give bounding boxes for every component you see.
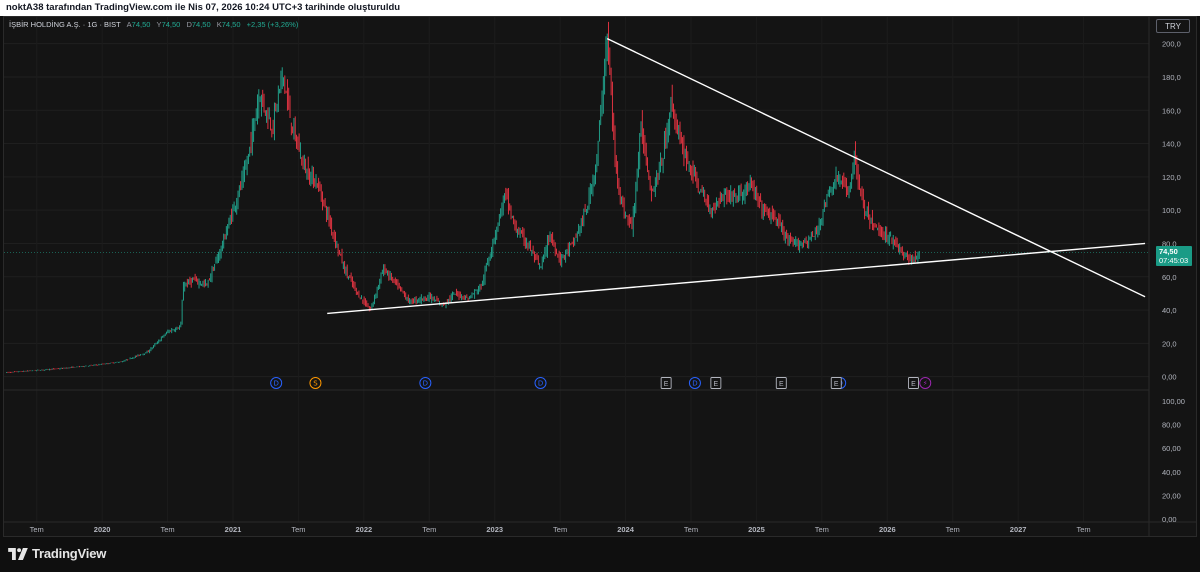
grid-lines bbox=[4, 17, 1149, 522]
dividend-marker-label: D bbox=[423, 380, 428, 388]
last-price-badge: 74,50 07:45:03 bbox=[1156, 246, 1192, 266]
dividend-marker-label: D bbox=[538, 380, 543, 388]
time-tick-label: 2024 bbox=[617, 525, 635, 534]
dividend-marker-label: D bbox=[273, 380, 278, 388]
price-axis[interactable]: 200,0180,0160,0140,0120,0100,080,060,040… bbox=[1162, 40, 1181, 382]
time-tick-label: Tem bbox=[30, 525, 44, 534]
trendline bbox=[327, 242, 1146, 315]
price-tick-label: 120,0 bbox=[1162, 173, 1181, 182]
price-tick-label: 200,0 bbox=[1162, 40, 1181, 49]
dividend-marker-label: D bbox=[692, 380, 697, 388]
price-tick-label: 100,0 bbox=[1162, 206, 1181, 215]
time-tick-label: 2022 bbox=[356, 525, 373, 534]
earnings-marker-label: E bbox=[834, 381, 839, 388]
time-tick-label: 2023 bbox=[486, 525, 503, 534]
candles-layer bbox=[6, 21, 920, 373]
time-tick-label: 2026 bbox=[879, 525, 896, 534]
footer bbox=[0, 537, 1200, 572]
earnings-marker-label: E bbox=[714, 381, 719, 388]
time-tick-label: 2021 bbox=[225, 525, 242, 534]
price-tick-label: 140,0 bbox=[1162, 140, 1181, 149]
lower-tick-label: 40,00 bbox=[1162, 468, 1181, 477]
chart-panel[interactable]: DSDDEDEEDEE⚡ 200,0180,0160,0140,0120,010… bbox=[3, 16, 1197, 537]
time-tick-label: Tem bbox=[684, 525, 698, 534]
lower-pane-axis[interactable]: 100,00 80,00 60,00 40,00 20,00 0,00 bbox=[1162, 397, 1185, 524]
snapshot-caption: noktA38 tarafından TradingView.com ile N… bbox=[0, 0, 1200, 16]
price-tick-label: 20,0 bbox=[1162, 339, 1177, 348]
time-tick-label: Tem bbox=[815, 525, 829, 534]
close-value: 74,50 bbox=[221, 20, 241, 29]
lower-tick-label: 20,00 bbox=[1162, 491, 1181, 500]
tradingview-logo-icon bbox=[8, 547, 28, 560]
events-layer[interactable]: DSDDEDEEDEE⚡ bbox=[270, 377, 932, 389]
brand-name: TradingView bbox=[32, 546, 107, 561]
time-tick-label: 2027 bbox=[1010, 525, 1027, 534]
time-tick-label: Tem bbox=[946, 525, 960, 534]
open-value: 74,50 bbox=[131, 20, 151, 29]
low-value: 74,50 bbox=[191, 20, 211, 29]
earnings-marker-label: E bbox=[911, 381, 916, 388]
time-tick-label: Tem bbox=[422, 525, 436, 534]
earnings-marker-label: E bbox=[664, 381, 669, 388]
price-tick-label: 60,0 bbox=[1162, 273, 1177, 282]
time-tick-label: 2025 bbox=[748, 525, 765, 534]
high-value: 74,50 bbox=[161, 20, 181, 29]
tradingview-logo[interactable]: TradingView bbox=[8, 546, 106, 561]
lower-tick-label: 100,00 bbox=[1162, 397, 1185, 406]
bar-countdown: 07:45:03 bbox=[1159, 256, 1189, 265]
time-tick-label: 2020 bbox=[94, 525, 111, 534]
earnings-marker-label: E bbox=[779, 381, 784, 388]
change-value: +2,35 (+3,26%) bbox=[246, 20, 299, 29]
future-event-marker-label: ⚡ bbox=[923, 380, 928, 388]
currency-button[interactable]: TRY bbox=[1156, 19, 1190, 33]
candlestick-chart[interactable]: DSDDEDEEDEE⚡ 200,0180,0160,0140,0120,010… bbox=[4, 17, 1196, 536]
price-tick-label: 180,0 bbox=[1162, 73, 1181, 82]
time-tick-label: Tem bbox=[291, 525, 305, 534]
lower-tick-label: 80,00 bbox=[1162, 421, 1181, 430]
price-tick-label: 0,00 bbox=[1162, 373, 1177, 382]
time-tick-label: Tem bbox=[160, 525, 174, 534]
time-axis[interactable]: Tem 2020 Tem 2021 Tem 2022 Tem 2023 Tem 2024 Tem 20… bbox=[30, 525, 1091, 534]
lower-tick-label: 0,00 bbox=[1162, 515, 1177, 524]
price-tick-label: 40,0 bbox=[1162, 306, 1177, 315]
time-tick-label: Tem bbox=[1076, 525, 1090, 534]
split-marker-label: S bbox=[313, 380, 318, 388]
symbol-legend: İŞBİR HOLDİNG A.Ş. · 1G · BIST A74,50 Y7… bbox=[9, 20, 298, 29]
price-tick-label: 160,0 bbox=[1162, 106, 1181, 115]
lower-tick-label: 60,00 bbox=[1162, 444, 1181, 453]
last-price-value: 74,50 bbox=[1159, 247, 1178, 256]
symbol-title: İŞBİR HOLDİNG A.Ş. · 1G · BIST bbox=[9, 20, 121, 29]
trendlines-layer[interactable] bbox=[327, 38, 1146, 315]
time-tick-label: Tem bbox=[553, 525, 567, 534]
